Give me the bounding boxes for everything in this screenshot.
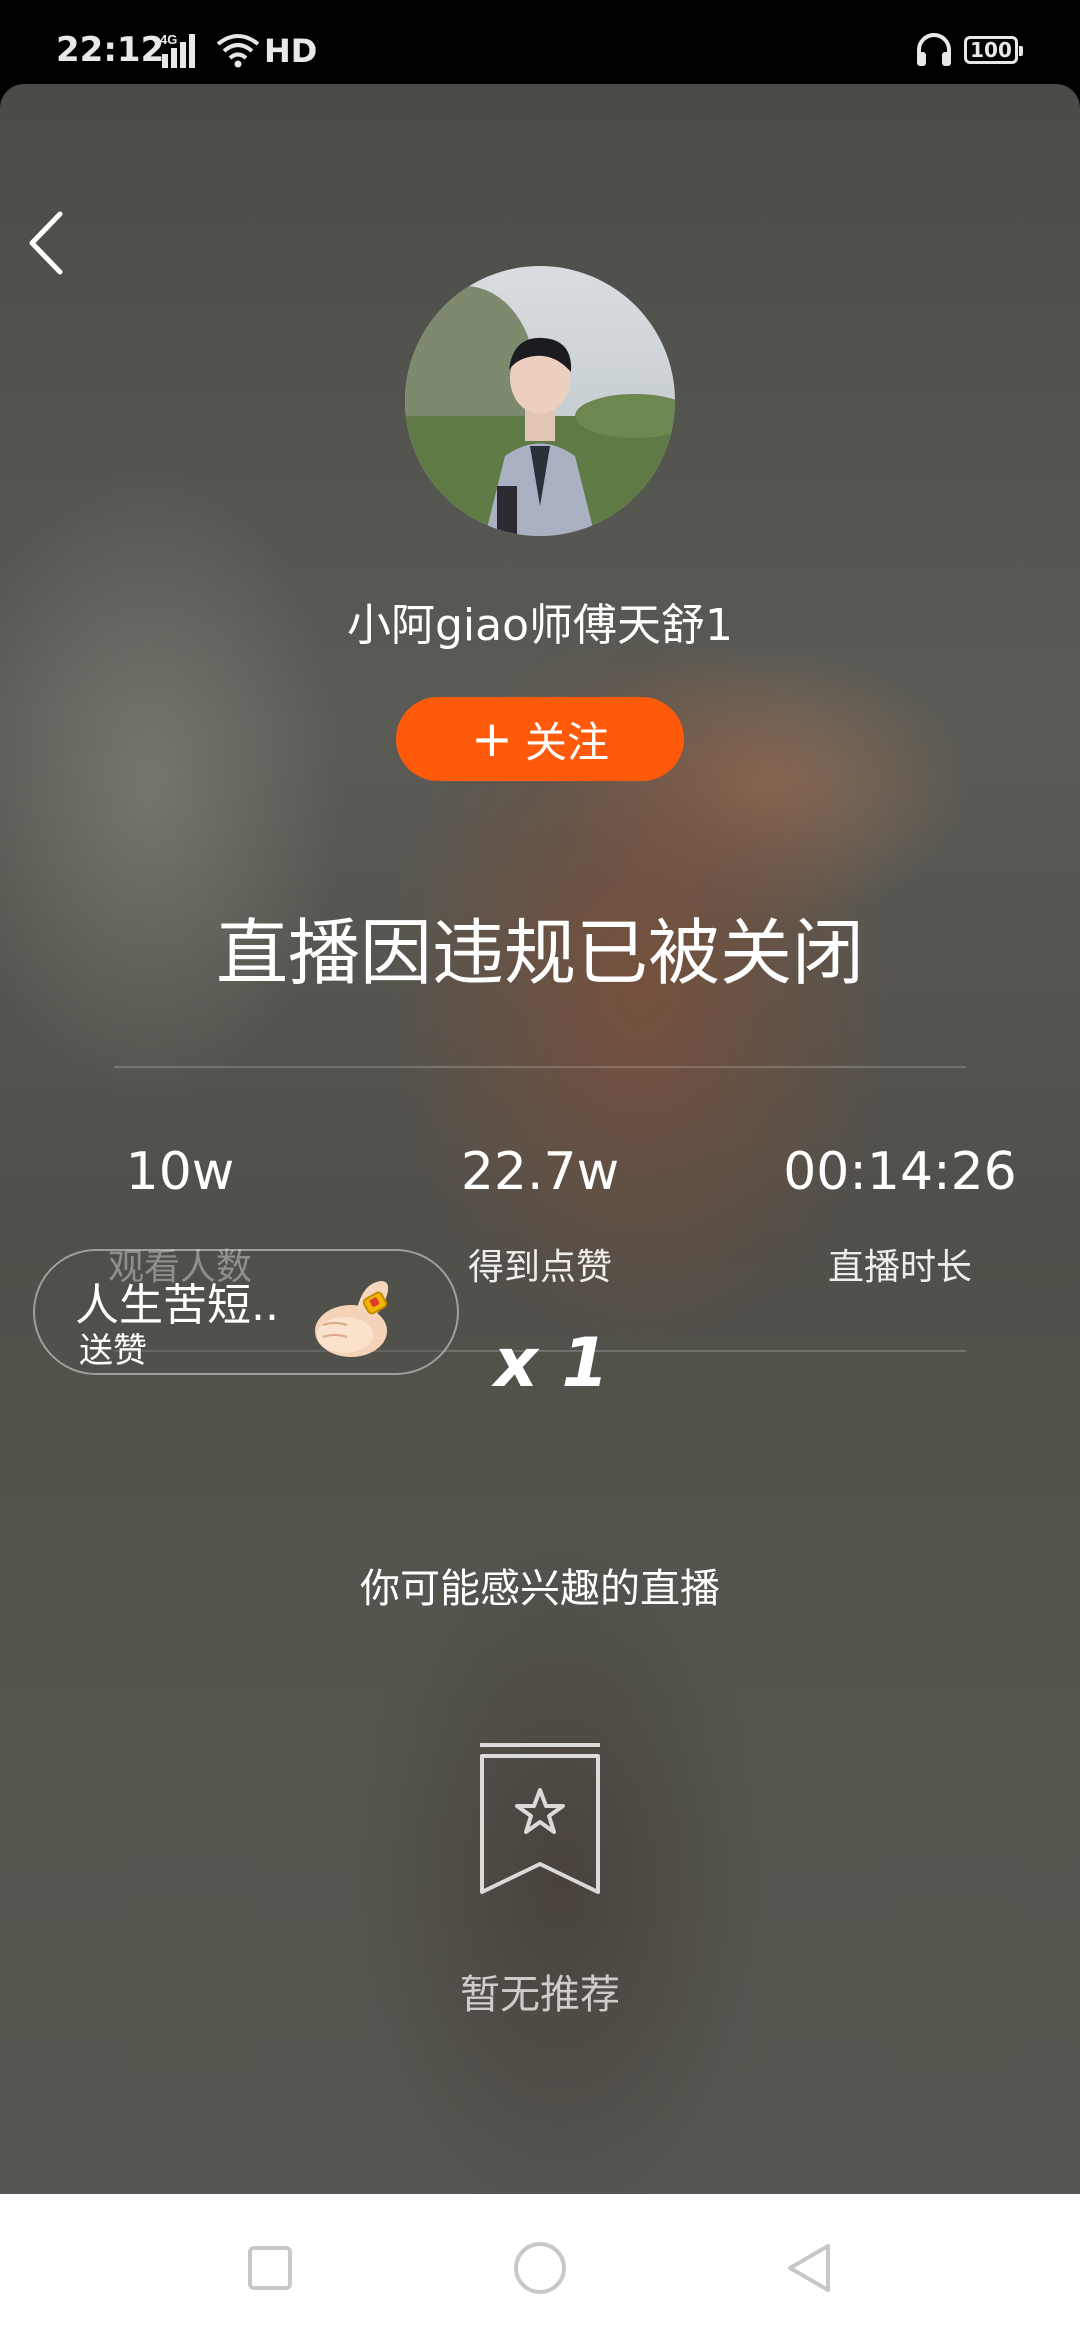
streamer-name: 小阿giao师傅天舒1 xyxy=(346,600,734,651)
back-arrow-icon[interactable] xyxy=(24,208,68,278)
recents-square-icon[interactable] xyxy=(240,2238,300,2298)
stat-duration: 00:14:26 直播时长 xyxy=(750,1142,1050,1290)
status-time: 22:12 xyxy=(56,30,165,70)
empty-recommendations-text: 暂无推荐 xyxy=(460,1972,620,2018)
headset-icon xyxy=(917,33,951,66)
status-bar: 22:12 4G HD 100 xyxy=(0,0,1080,84)
recommendations-heading: 你可能感兴趣的直播 xyxy=(360,1566,720,1612)
battery-indicator: 100 xyxy=(964,36,1023,64)
follow-button[interactable]: + 关注 xyxy=(396,697,684,781)
gift-notification: 人生苦短.. 送赞 xyxy=(33,1249,459,1375)
stat-value: 00:14:26 xyxy=(783,1142,1017,1202)
live-closed-message: 直播因违规已被关闭 xyxy=(215,911,864,995)
thumbs-up-icon xyxy=(315,1281,389,1357)
divider xyxy=(114,1066,966,1068)
back-triangle-icon[interactable] xyxy=(780,2238,840,2298)
cellular-signal-icon: 4G xyxy=(160,32,195,68)
streamer-avatar[interactable] xyxy=(405,266,675,536)
gift-action-text: 送赞 xyxy=(79,1331,147,1371)
stat-value: 22.7w xyxy=(460,1142,620,1202)
stat-label: 直播时长 xyxy=(827,1247,972,1288)
stat-value: 10w xyxy=(125,1142,235,1202)
system-navigation-bar xyxy=(0,2194,1080,2340)
wifi-icon xyxy=(216,34,260,68)
live-ended-panel: 小阿giao师傅天舒1 + 关注 直播因违规已被关闭 10w 观看人数 22.7… xyxy=(0,84,1080,2194)
hd-indicator: HD xyxy=(264,32,318,70)
plus-icon: + xyxy=(471,710,513,768)
home-circle-icon[interactable] xyxy=(510,2238,570,2298)
bookmark-star-icon xyxy=(480,1743,600,1894)
follow-button-label: 关注 xyxy=(524,717,609,767)
svg-text:4G: 4G xyxy=(160,32,177,47)
gift-count: x 1 xyxy=(494,1324,609,1403)
